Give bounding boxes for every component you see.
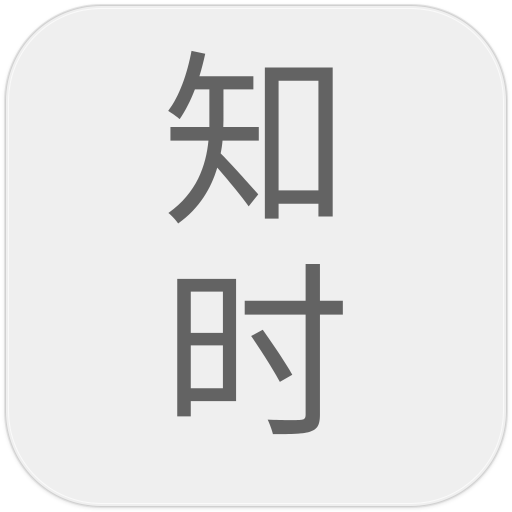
app-icon-character-bottom: 时	[162, 247, 350, 466]
app-icon[interactable]: 知 时	[5, 5, 507, 507]
app-icon-character-top: 知	[162, 35, 350, 254]
